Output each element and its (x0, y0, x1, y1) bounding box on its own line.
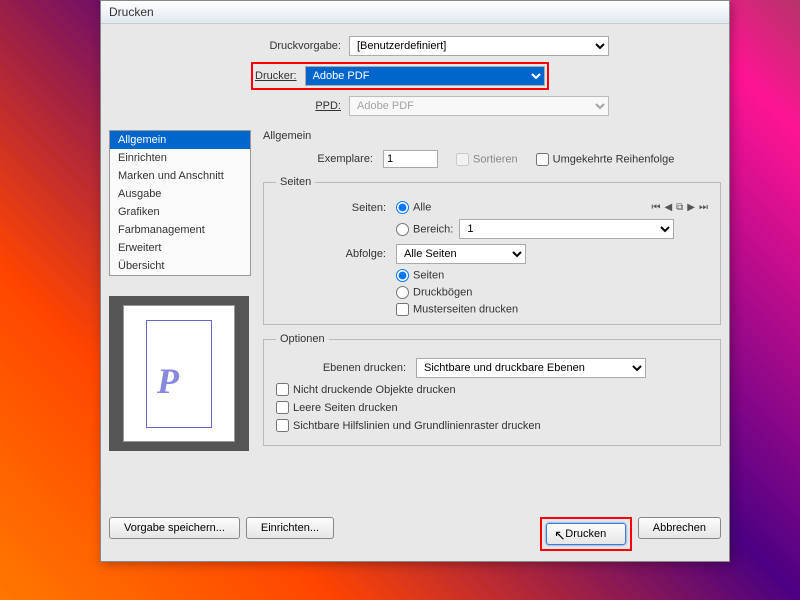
printer-highlight: Drucker: Adobe PDF (251, 62, 549, 90)
category-sidebar: Allgemein Einrichten Marken und Anschnit… (109, 130, 251, 276)
collate-checkbox: Sortieren (456, 153, 518, 166)
print-button[interactable]: Drucken (546, 523, 626, 545)
spread-icon[interactable]: ⧉ (676, 202, 683, 213)
pages-option-radio[interactable]: Seiten (396, 269, 708, 282)
copies-input[interactable] (383, 150, 438, 168)
sidebar-item-marks[interactable]: Marken und Anschnitt (110, 167, 250, 185)
next-icon[interactable]: ▶ (687, 202, 695, 213)
ppd-label: PPD: (251, 100, 341, 112)
save-preset-button[interactable]: Vorgabe speichern... (109, 517, 240, 539)
dialog-title: Drucken (101, 1, 729, 24)
print-dialog: Drucken Druckvorgabe: [Benutzerdefiniert… (100, 0, 730, 562)
options-fieldset: Optionen Ebenen drucken: Sichtbare und d… (263, 333, 721, 446)
reverse-checkbox[interactable]: Umgekehrte Reihenfolge (536, 153, 675, 166)
spreads-option-radio[interactable]: Druckbögen (396, 286, 708, 299)
printer-label: Drucker: (255, 70, 297, 82)
sidebar-item-color[interactable]: Farbmanagement (110, 221, 250, 239)
sidebar-item-advanced[interactable]: Erweitert (110, 239, 250, 257)
page-preview (109, 296, 249, 451)
sequence-select[interactable]: Alle Seiten (396, 244, 526, 264)
all-radio[interactable]: Alle (396, 201, 431, 214)
sequence-label: Abfolge: (276, 248, 386, 260)
pages-label: Seiten: (276, 202, 386, 214)
layers-label: Ebenen drucken: (276, 362, 406, 374)
preset-select[interactable]: [Benutzerdefiniert] (349, 36, 609, 56)
page-nav-icons[interactable]: ⏮ ◀ ⧉ ▶ ⏭ (651, 202, 708, 213)
panel-heading: Allgemein (263, 130, 721, 142)
sidebar-item-graphics[interactable]: Grafiken (110, 203, 250, 221)
guides-checkbox[interactable]: Sichtbare Hilfslinien und Grundlinienras… (276, 419, 708, 432)
last-icon[interactable]: ⏭ (699, 202, 708, 213)
copies-label: Exemplare: (263, 153, 373, 165)
printer-settings: Druckvorgabe: [Benutzerdefiniert] Drucke… (231, 24, 729, 130)
pages-fieldset: Seiten Seiten: Alle ⏮ ◀ ⧉ ▶ ⏭ Bereich: 1 (263, 176, 721, 325)
print-highlight: Drucken (540, 517, 632, 551)
preset-label: Druckvorgabe: (251, 40, 341, 52)
master-checkbox[interactable]: Musterseiten drucken (396, 303, 708, 316)
sidebar-item-output[interactable]: Ausgabe (110, 185, 250, 203)
pages-legend: Seiten (276, 176, 315, 188)
prev-icon[interactable]: ◀ (664, 202, 672, 213)
left-column: Allgemein Einrichten Marken und Anschnit… (109, 130, 263, 454)
cancel-button[interactable]: Abbrechen (638, 517, 721, 539)
sidebar-item-general[interactable]: Allgemein (110, 131, 250, 149)
nonprinting-checkbox[interactable]: Nicht druckende Objekte drucken (276, 383, 708, 396)
sidebar-item-summary[interactable]: Übersicht (110, 257, 250, 275)
ppd-select: Adobe PDF (349, 96, 609, 116)
sidebar-item-setup[interactable]: Einrichten (110, 149, 250, 167)
first-icon[interactable]: ⏮ (651, 202, 660, 213)
general-panel: Allgemein Exemplare: Sortieren Umgekehrt… (263, 130, 721, 454)
preview-thumbnail (123, 305, 235, 442)
range-radio[interactable]: Bereich: (396, 223, 453, 236)
blank-checkbox[interactable]: Leere Seiten drucken (276, 401, 708, 414)
button-bar: Vorgabe speichern... Einrichten... Druck… (109, 517, 721, 551)
layers-select[interactable]: Sichtbare und druckbare Ebenen (416, 358, 646, 378)
range-select[interactable]: 1 (459, 219, 674, 239)
options-legend: Optionen (276, 333, 329, 345)
printer-select[interactable]: Adobe PDF (305, 66, 545, 86)
setup-button[interactable]: Einrichten... (246, 517, 334, 539)
